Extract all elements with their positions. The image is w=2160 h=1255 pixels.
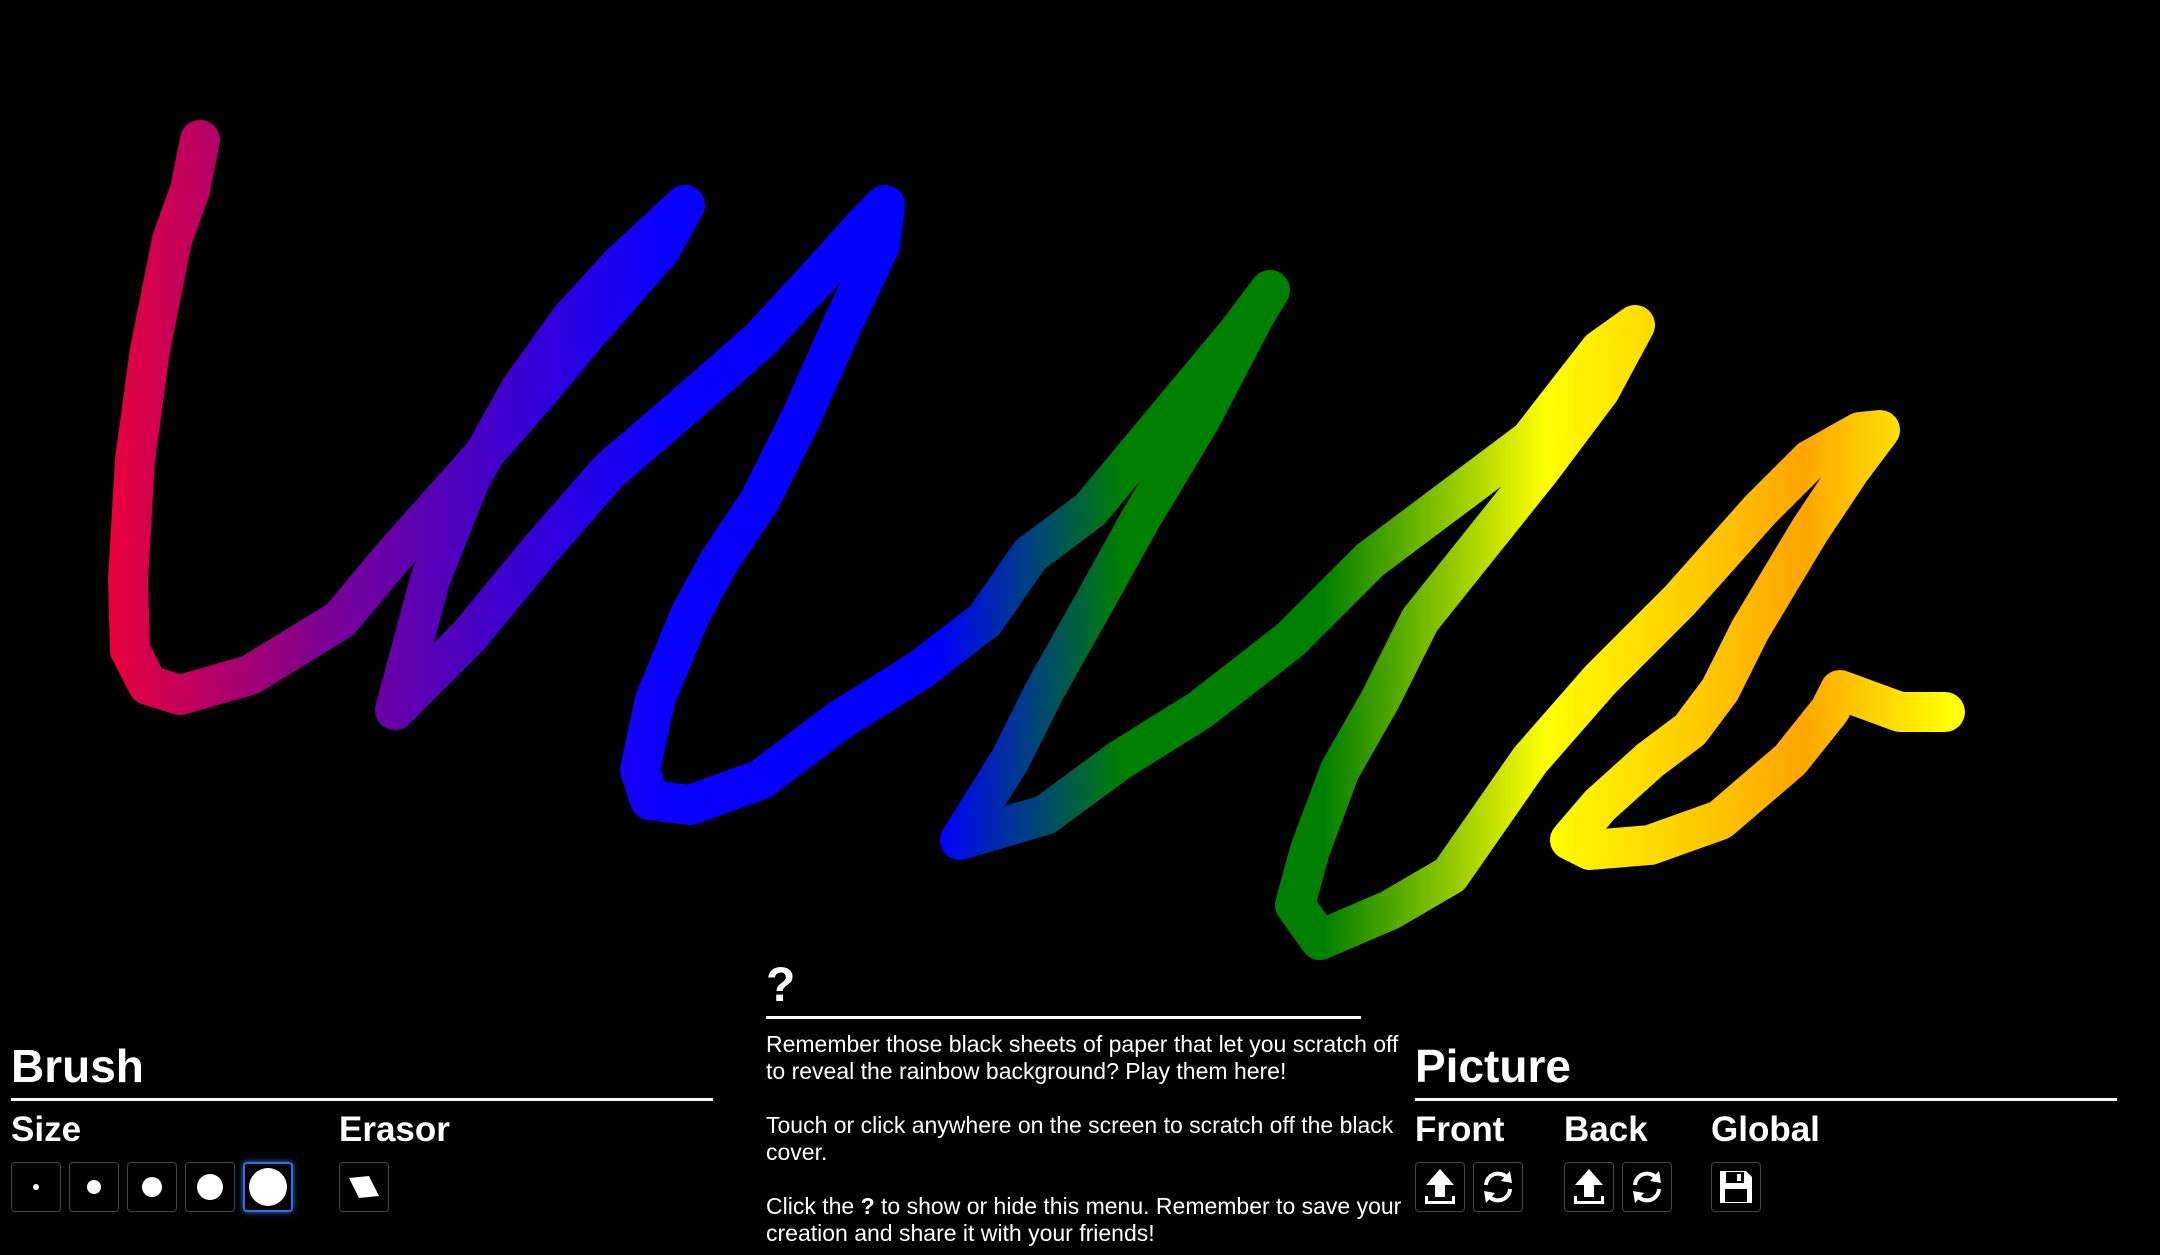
help-text-1: Remember those black sheets of paper tha…: [766, 1031, 1399, 1084]
refresh-icon: [1633, 1171, 1661, 1203]
upload-icon: [1425, 1169, 1455, 1204]
brush-size-5-button[interactable]: [243, 1162, 293, 1212]
front-title: Front: [1415, 1110, 1505, 1149]
global-group: Global: [1711, 1110, 1820, 1212]
save-icon: [1720, 1171, 1752, 1203]
help-toggle-button[interactable]: ?: [766, 960, 795, 1012]
back-group: Back: [1564, 1110, 1672, 1212]
dot-icon: [249, 1168, 287, 1206]
dot-icon: [33, 1184, 39, 1190]
brush-title: Brush: [11, 1038, 713, 1101]
eraser-icon: [349, 1176, 379, 1198]
front-group: Front: [1415, 1110, 1523, 1212]
picture-panel: Picture Front Back Global: [1415, 1038, 2117, 1212]
eraser-group: Erasor: [339, 1110, 450, 1212]
brush-size-4-button[interactable]: [185, 1162, 235, 1212]
upload-icon: [1574, 1169, 1604, 1204]
front-upload-button[interactable]: [1415, 1162, 1465, 1212]
help-panel: ? Remember those black sheets of paper t…: [766, 960, 1401, 1247]
help-divider: [766, 1016, 1361, 1019]
back-title: Back: [1564, 1110, 1648, 1149]
refresh-icon: [1484, 1171, 1512, 1203]
help-text-3-question: ?: [860, 1193, 875, 1219]
brush-panel: Brush Size Erasor: [11, 1038, 713, 1212]
brush-size-2-button[interactable]: [69, 1162, 119, 1212]
dot-icon: [142, 1177, 162, 1197]
brush-size-3-button[interactable]: [127, 1162, 177, 1212]
scratch-stroke: [108, 120, 1965, 960]
back-refresh-button[interactable]: [1622, 1162, 1672, 1212]
back-upload-button[interactable]: [1564, 1162, 1614, 1212]
help-text-3: Click the ? to show or hide this menu. R…: [766, 1193, 1406, 1247]
dot-icon: [87, 1180, 101, 1194]
picture-title: Picture: [1415, 1038, 2117, 1101]
brush-size-1-button[interactable]: [11, 1162, 61, 1212]
eraser-button[interactable]: [339, 1162, 389, 1212]
global-title: Global: [1711, 1110, 1820, 1149]
eraser-title: Erasor: [339, 1110, 450, 1149]
help-text-3-start: Click the: [766, 1193, 861, 1219]
dot-icon: [197, 1174, 223, 1200]
size-group: Size: [11, 1110, 293, 1212]
help-text-2: Touch or click anywhere on the screen to…: [766, 1112, 1394, 1165]
front-refresh-button[interactable]: [1473, 1162, 1523, 1212]
save-button[interactable]: [1711, 1162, 1761, 1212]
size-title: Size: [11, 1110, 82, 1149]
